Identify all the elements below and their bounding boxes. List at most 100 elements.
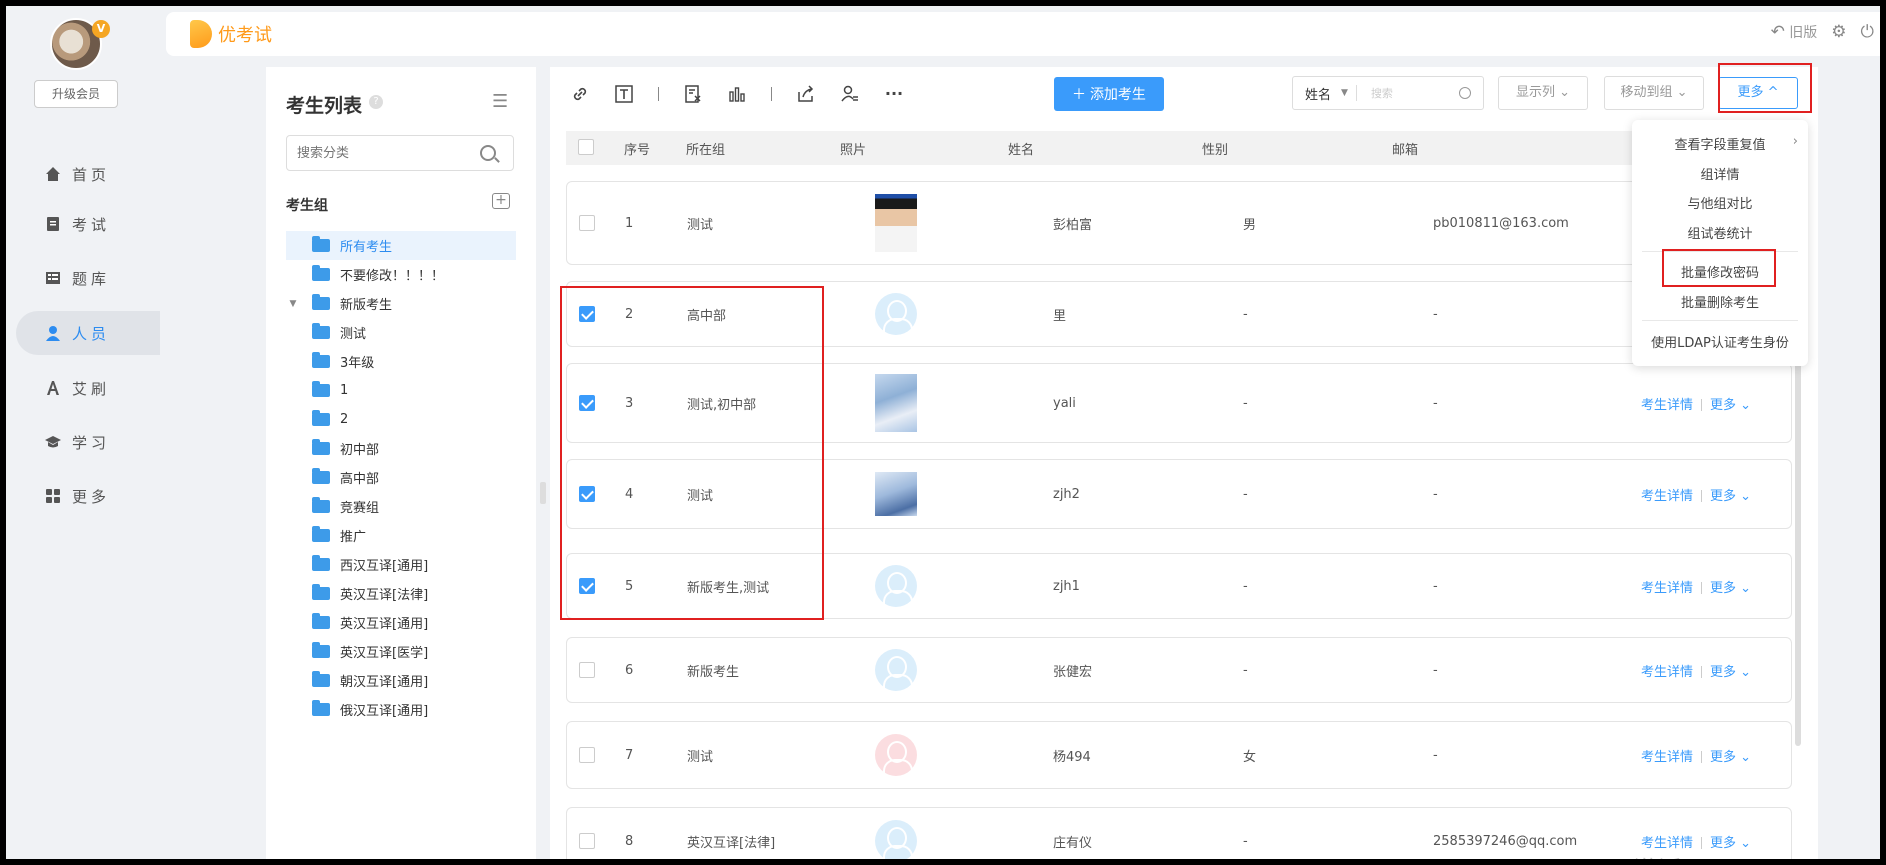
tree-item[interactable]: 1: [286, 376, 516, 405]
row-more-link[interactable]: 更多 ⌄: [1710, 489, 1751, 504]
link-icon[interactable]: [570, 84, 590, 104]
tree-item[interactable]: 不要修改！！！！: [286, 260, 516, 289]
tree-item[interactable]: 俄汉互译[通用]: [286, 695, 516, 724]
menu-item-duplicate-fields[interactable]: 查看字段重复值 ›: [1632, 134, 1808, 153]
column-header-group: 所在组: [686, 142, 726, 158]
chevron-down-icon: ⌄: [1740, 835, 1752, 851]
row-email: -: [1433, 306, 1438, 322]
row-more-link[interactable]: 更多 ⌄: [1710, 398, 1751, 413]
nav-label: 人员: [72, 324, 111, 343]
tree-item[interactable]: 英汉互译[法律]: [286, 579, 516, 608]
candidate-detail-link[interactable]: 考生详情: [1641, 581, 1693, 596]
tree-item-all[interactable]: 所有考生: [286, 231, 516, 260]
power-icon[interactable]: ⏻: [1861, 22, 1874, 42]
menu-divider: [1642, 320, 1798, 321]
settings-gear-icon[interactable]: ⚙: [1831, 22, 1846, 42]
help-icon[interactable]: ?: [369, 95, 383, 109]
old-version-link[interactable]: ↶ 旧版: [1771, 22, 1818, 42]
table-row[interactable]: 7 测试 杨494 女 - 考生详情 更多 ⌄: [566, 721, 1792, 789]
nav-item-brush[interactable]: 艾刷: [16, 366, 156, 410]
expand-caret-icon[interactable]: ▼: [286, 299, 300, 309]
folder-icon: [312, 555, 330, 571]
column-header-no: 序号: [624, 142, 651, 158]
row-name: 里: [1053, 308, 1067, 324]
row-more-link[interactable]: 更多 ⌄: [1710, 836, 1751, 851]
candidate-detail-link[interactable]: 考生详情: [1641, 836, 1693, 851]
search-icon[interactable]: [1459, 87, 1471, 99]
tree-item[interactable]: 朝汉互译[通用]: [286, 666, 516, 695]
show-columns-button[interactable]: 显示列 ⌄: [1498, 76, 1588, 110]
row-more-link[interactable]: 更多 ⌄: [1710, 581, 1751, 596]
tree-item[interactable]: ▼ 新版考生: [286, 289, 516, 318]
tree-item[interactable]: 2: [286, 405, 516, 434]
undo-icon: ↶: [1770, 22, 1785, 42]
row-more-link[interactable]: 更多 ⌄: [1710, 665, 1751, 680]
nav-item-personnel[interactable]: 人员: [16, 311, 160, 355]
tree-item-label: 竞赛组: [340, 501, 380, 516]
row-more-link[interactable]: 更多 ⌄: [1710, 750, 1751, 765]
search-icon[interactable]: [480, 145, 496, 161]
row-checkbox[interactable]: [579, 833, 595, 849]
tree-item[interactable]: 英汉互译[医学]: [286, 637, 516, 666]
candidate-detail-link[interactable]: 考生详情: [1641, 398, 1693, 413]
row-checkbox[interactable]: [579, 662, 595, 678]
tree-item[interactable]: 3年级: [286, 347, 516, 376]
menu-item-ldap-auth[interactable]: 使用LDAP认证考生身份: [1632, 332, 1808, 351]
nav-item-learn[interactable]: 学习: [16, 420, 156, 464]
tree-item[interactable]: 测试: [286, 318, 516, 347]
table-header: 序号 所在组 照片 姓名 性别 邮箱: [566, 131, 1780, 165]
menu-item-group-detail[interactable]: 组详情: [1632, 164, 1808, 183]
table-scrollbar[interactable]: [1795, 306, 1801, 746]
bar-chart-icon[interactable]: [727, 84, 747, 104]
tree-item[interactable]: 推广: [286, 521, 516, 550]
user-avatar[interactable]: V: [50, 18, 110, 74]
action-divider: [1701, 837, 1703, 849]
menu-item-label: 查看字段重复值: [1674, 138, 1766, 153]
candidate-detail-link[interactable]: 考生详情: [1641, 489, 1693, 504]
nav-label: 题库: [72, 269, 111, 288]
export-icon[interactable]: [796, 84, 816, 104]
add-candidate-button[interactable]: ＋ 添加考生: [1054, 77, 1164, 111]
row-actions: 考生详情 更多 ⌄: [1641, 577, 1751, 596]
clear-format-icon[interactable]: [683, 84, 703, 104]
row-gender: -: [1243, 486, 1248, 502]
nav-item-exam[interactable]: 考试: [16, 202, 156, 246]
row-checkbox[interactable]: [579, 747, 595, 763]
row-actions: 考生详情 更多 ⌄: [1641, 661, 1751, 680]
table-row[interactable]: 1 测试 彭柏富 男 pb010811@163.com: [566, 181, 1792, 265]
text-field-icon[interactable]: [614, 84, 634, 104]
chevron-down-icon: ⌄: [1740, 749, 1752, 765]
panel-resize-handle[interactable]: [540, 482, 546, 504]
search-input[interactable]: 搜索: [1357, 85, 1459, 101]
tree-item[interactable]: 西汉互译[通用]: [286, 550, 516, 579]
row-email: -: [1433, 747, 1438, 763]
tree-item[interactable]: 高中部: [286, 463, 516, 492]
row-checkbox[interactable]: [579, 215, 595, 231]
move-to-group-button[interactable]: 移动到组 ⌄: [1604, 76, 1704, 110]
app-logo[interactable]: 优考试: [190, 20, 272, 48]
candidate-detail-link[interactable]: 考生详情: [1641, 665, 1693, 680]
top-right-actions: ↶ 旧版 ⚙ ⏻: [1771, 22, 1874, 42]
row-actions: 考生详情 更多 ⌄: [1641, 485, 1751, 504]
table-row[interactable]: 6 新版考生 张健宏 - - 考生详情 更多 ⌄: [566, 637, 1792, 703]
nav-item-question-bank[interactable]: 题库: [16, 256, 156, 300]
nav-item-home[interactable]: 首页: [16, 152, 156, 196]
user-list-icon[interactable]: [840, 84, 860, 104]
tree-item-label: 所有考生: [340, 240, 393, 255]
panel-menu-icon[interactable]: ☰: [492, 91, 508, 112]
menu-item-paper-stats[interactable]: 组试卷统计: [1632, 223, 1808, 242]
menu-item-batch-delete[interactable]: 批量删除考生: [1632, 292, 1808, 311]
more-options-icon[interactable]: ···: [884, 84, 904, 104]
table-row[interactable]: 8 英汉互译[法律] 庄有仪 - 2585397246@qq.com 考生详情 更…: [566, 807, 1792, 859]
candidate-detail-link[interactable]: 考生详情: [1641, 750, 1693, 765]
select-all-checkbox[interactable]: [578, 139, 594, 155]
add-group-icon[interactable]: +: [492, 193, 510, 209]
tree-item[interactable]: 英汉互译[通用]: [286, 608, 516, 637]
tree-item[interactable]: 初中部: [286, 434, 516, 463]
tree-item[interactable]: 竞赛组: [286, 492, 516, 521]
filter-field-select[interactable]: 姓名 ▼: [1293, 84, 1356, 103]
upgrade-member-button[interactable]: 升级会员: [34, 80, 118, 108]
menu-item-compare-groups[interactable]: 与他组对比: [1632, 193, 1808, 212]
folder-icon: [312, 497, 330, 513]
nav-item-more[interactable]: 更多: [16, 474, 156, 518]
